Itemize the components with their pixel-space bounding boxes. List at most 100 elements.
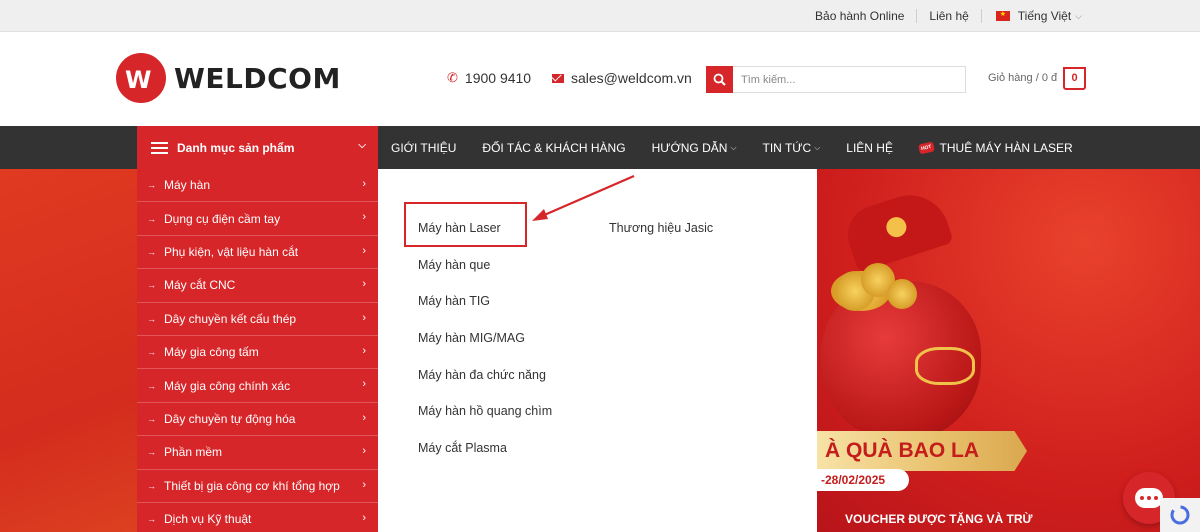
hamburger-icon bbox=[151, 141, 168, 154]
arrow-right-icon: → bbox=[147, 447, 156, 458]
warranty-link[interactable]: Bảo hành Online bbox=[803, 9, 916, 23]
top-bar: Bảo hành Online Liên hệ Tiếng Việt ⌵ bbox=[0, 0, 1200, 32]
chevron-right-icon: › bbox=[362, 278, 366, 291]
red-envelope-icon bbox=[840, 185, 954, 273]
chevron-right-icon: › bbox=[362, 445, 366, 458]
mega-link-plasma-cutter[interactable]: Máy cắt Plasma bbox=[418, 441, 552, 478]
mega-link-mig-mag-welder[interactable]: Máy hàn MIG/MAG bbox=[418, 331, 552, 368]
chevron-right-icon: › bbox=[362, 478, 366, 491]
email-contact[interactable]: sales@weldcom.vn bbox=[552, 70, 692, 86]
arrow-right-icon: → bbox=[147, 280, 156, 291]
chevron-right-icon: › bbox=[362, 511, 366, 524]
sidebar-item-precision-machines[interactable]: → Máy gia công chính xác › bbox=[137, 369, 378, 403]
mega-link-stick-welder[interactable]: Máy hàn que bbox=[418, 258, 552, 295]
sidebar-item-software[interactable]: → Phần mềm › bbox=[137, 436, 378, 470]
sidebar-item-general-equipment[interactable]: → Thiết bị gia công cơ khí tổng hợp › bbox=[137, 470, 378, 503]
email-address: sales@weldcom.vn bbox=[571, 70, 692, 86]
sidebar-item-label: Dây chuyền tự động hóa bbox=[164, 411, 296, 426]
sidebar-item-label: Dụng cụ điện cầm tay bbox=[164, 211, 281, 226]
logo-mark-icon: W bbox=[116, 53, 166, 103]
mega-link-submerged-arc-welder[interactable]: Máy hàn hồ quang chìm bbox=[418, 404, 552, 441]
arrow-right-icon: → bbox=[147, 413, 156, 424]
sidebar-item-welding-machines[interactable]: → Máy hàn › bbox=[137, 169, 378, 203]
chevron-down-icon: ⌵ bbox=[358, 140, 366, 151]
bag-knot bbox=[915, 347, 975, 385]
mega-link-jasic-brand[interactable]: Thương hiệu Jasic bbox=[609, 221, 713, 258]
arrow-right-icon: → bbox=[147, 380, 156, 391]
banner-date: -28/02/2025 bbox=[821, 473, 886, 487]
arrow-right-icon: → bbox=[147, 246, 156, 257]
sidebar-item-label: Phần mềm bbox=[164, 445, 223, 460]
banner-promo-line-1: VOUCHER ĐƯỢC TẶNG VÀ TRỪ bbox=[845, 512, 1033, 526]
search-input[interactable] bbox=[733, 66, 966, 93]
nav-item-contact[interactable]: LIÊN HỆ bbox=[833, 141, 906, 155]
phone-icon: ✆ bbox=[447, 70, 458, 85]
flag-vn-icon bbox=[995, 10, 1010, 21]
search-box bbox=[706, 66, 966, 93]
chevron-down-icon: ⌵ bbox=[730, 142, 737, 152]
banner-date-pill: -28/02/2025 bbox=[817, 469, 909, 491]
language-switcher[interactable]: Tiếng Việt ⌵ bbox=[982, 9, 1082, 23]
search-button[interactable] bbox=[706, 66, 733, 93]
nav-label: ĐỐI TÁC & KHÁCH HÀNG bbox=[482, 140, 626, 155]
coin-icon bbox=[887, 279, 917, 309]
arrow-right-icon: → bbox=[147, 313, 156, 324]
chevron-right-icon: › bbox=[362, 211, 366, 224]
language-label: Tiếng Việt bbox=[1017, 9, 1072, 23]
categories-toggle[interactable]: Danh mục sản phẩm ⌵ bbox=[137, 126, 378, 169]
banner-headline: À QUÀ BAO LA bbox=[825, 439, 979, 462]
nav-item-laser-rental[interactable]: HOT THUÊ MÁY HÀN LASER bbox=[906, 141, 1086, 155]
chevron-right-icon: › bbox=[362, 344, 366, 357]
nav-label: TIN TỨC bbox=[762, 140, 812, 155]
nav-label: THUÊ MÁY HÀN LASER bbox=[939, 140, 1073, 155]
categories-label: Danh mục sản phẩm bbox=[177, 140, 295, 155]
sidebar-item-power-tools[interactable]: → Dụng cụ điện cầm tay › bbox=[137, 202, 378, 236]
sidebar-item-cnc-cutters[interactable]: → Máy cắt CNC › bbox=[137, 269, 378, 303]
logo[interactable]: W WELDCOM bbox=[116, 53, 341, 103]
cart-label: Giỏ hàng / 0 đ bbox=[988, 72, 1058, 84]
mega-link-tig-welder[interactable]: Máy hàn TIG bbox=[418, 294, 552, 331]
nav-menu: GIỚI THIỆU ĐỐI TÁC & KHÁCH HÀNG HƯỚNG DẪ… bbox=[378, 126, 1086, 169]
chevron-down-icon: ⌵ bbox=[814, 142, 821, 152]
sidebar-item-automation-lines[interactable]: → Dây chuyền tự động hóa › bbox=[137, 403, 378, 437]
mega-link-multi-function-welder[interactable]: Máy hàn đa chức năng bbox=[418, 368, 552, 405]
nav-item-partners[interactable]: ĐỐI TÁC & KHÁCH HÀNG bbox=[469, 141, 638, 155]
sidebar-item-label: Thiết bị gia công cơ khí tổng hợp bbox=[164, 478, 340, 493]
sidebar-item-label: Dây chuyền kết cấu thép bbox=[164, 311, 297, 326]
chevron-right-icon: › bbox=[362, 411, 366, 424]
cart[interactable]: Giỏ hàng / 0 đ 0 bbox=[988, 66, 1087, 90]
category-sidebar: → Máy hàn › → Dụng cụ điện cầm tay › → Phụ ki… bbox=[137, 169, 378, 532]
phone-contact[interactable]: ✆ 1900 9410 bbox=[447, 70, 531, 86]
chevron-right-icon: › bbox=[362, 178, 366, 190]
chat-icon bbox=[1135, 488, 1163, 508]
nav-item-guides[interactable]: HƯỚNG DẪN ⌵ bbox=[639, 141, 750, 155]
sidebar-item-label: Máy gia công chính xác bbox=[164, 378, 291, 393]
top-links: Bảo hành Online Liên hệ Tiếng Việt ⌵ bbox=[803, 0, 1082, 32]
sidebar-item-steel-lines[interactable]: → Dây chuyền kết cấu thép › bbox=[137, 303, 378, 336]
site-header: W WELDCOM ✆ 1900 9410 sales@weldcom.vn G… bbox=[0, 32, 1200, 126]
mega-link-laser-welder[interactable]: Máy hàn Laser bbox=[418, 221, 552, 258]
sidebar-item-sheet-machines[interactable]: → Máy gia công tấm › bbox=[137, 336, 378, 370]
arrow-right-icon: → bbox=[147, 347, 156, 358]
recaptcha-badge[interactable] bbox=[1160, 498, 1200, 532]
sidebar-item-accessories[interactable]: → Phụ kiện, vật liệu hàn cắt › bbox=[137, 236, 378, 270]
sidebar-item-label: Phụ kiện, vật liệu hàn cắt bbox=[164, 244, 299, 259]
mega-menu-column: Máy hàn Laser Máy hàn que Máy hàn TIG Má… bbox=[418, 221, 552, 478]
sidebar-item-technical-services[interactable]: → Dịch vụ Kỹ thuật › bbox=[137, 503, 378, 532]
sidebar-item-label: Máy hàn bbox=[164, 178, 211, 193]
chevron-right-icon: › bbox=[362, 244, 366, 257]
recaptcha-icon bbox=[1170, 505, 1190, 525]
annotation-arrow-icon bbox=[532, 174, 635, 221]
contact-link[interactable]: Liên hệ bbox=[917, 9, 980, 23]
main-nav: Danh mục sản phẩm ⌵ GIỚI THIỆU ĐỐI TÁC &… bbox=[0, 126, 1200, 169]
arrow-right-icon: → bbox=[147, 514, 156, 525]
chevron-down-icon: ⌵ bbox=[1075, 10, 1082, 21]
arrow-right-icon: → bbox=[147, 480, 156, 491]
nav-item-about[interactable]: GIỚI THIỆU bbox=[378, 141, 469, 155]
phone-number: 1900 9410 bbox=[464, 70, 532, 86]
banner-headline-band: À QUÀ BAO LA bbox=[817, 431, 1027, 471]
nav-item-news[interactable]: TIN TỨC ⌵ bbox=[750, 141, 834, 155]
search-icon bbox=[713, 73, 726, 86]
arrow-right-icon: → bbox=[147, 213, 156, 224]
chevron-right-icon: › bbox=[362, 311, 366, 324]
